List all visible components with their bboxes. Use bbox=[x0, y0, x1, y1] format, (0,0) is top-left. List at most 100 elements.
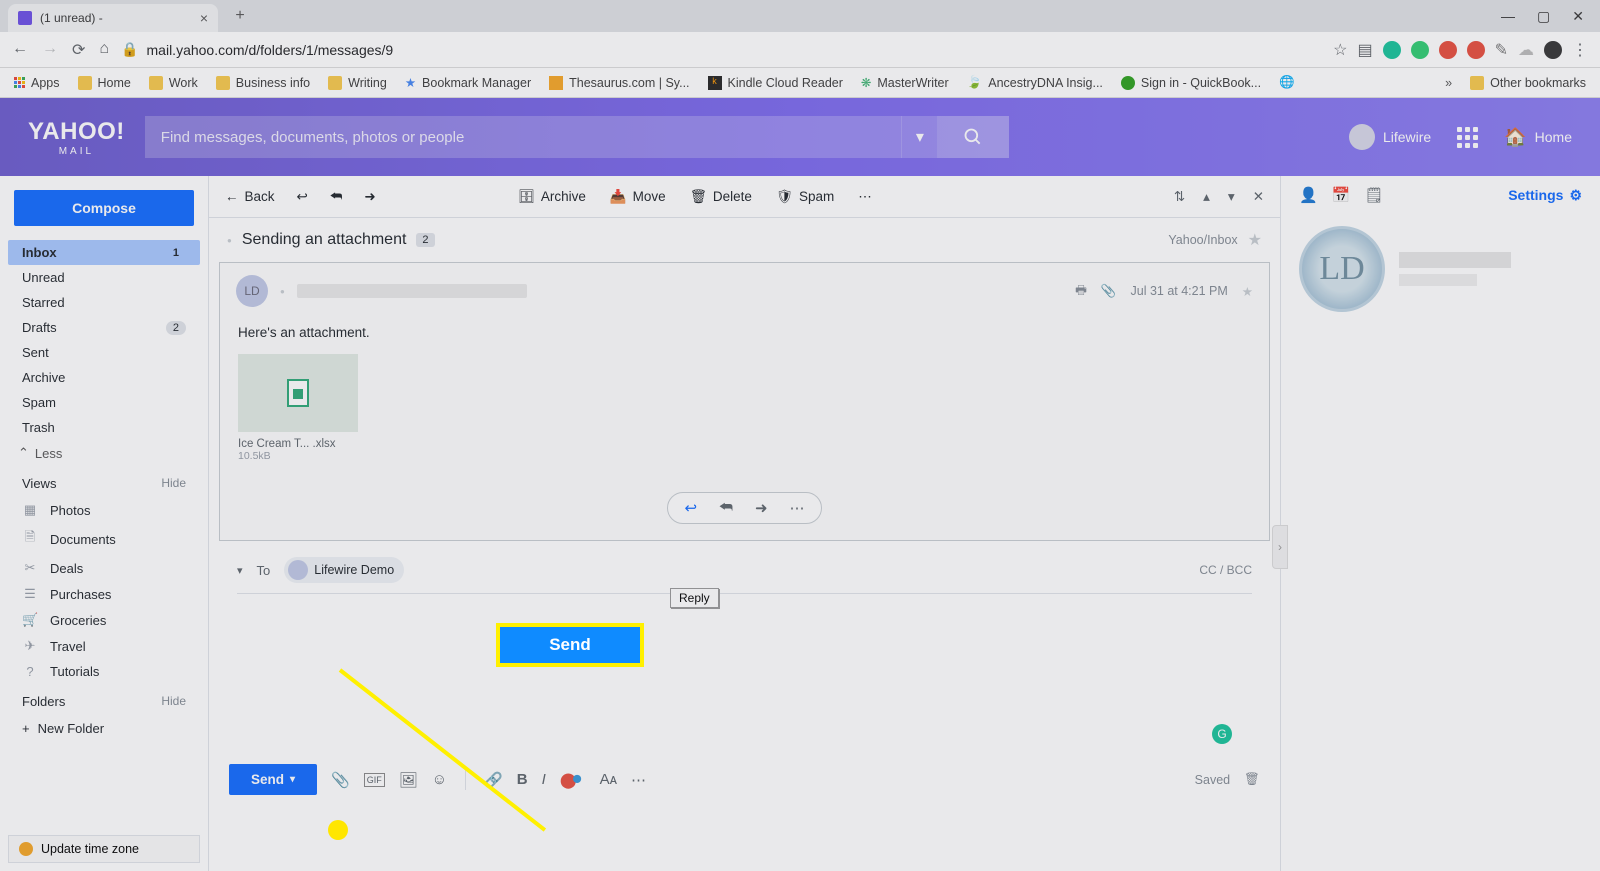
folder-unread[interactable]: Unread bbox=[8, 265, 200, 290]
contact-card[interactable]: LD bbox=[1299, 226, 1582, 312]
home-link[interactable]: 🏠 Home bbox=[1504, 127, 1572, 148]
search-input[interactable] bbox=[145, 116, 902, 158]
move-button[interactable]: 📥Move bbox=[610, 189, 666, 205]
bold-icon[interactable]: B bbox=[517, 771, 528, 788]
bookmark-work[interactable]: Work bbox=[149, 76, 198, 90]
home-nav-icon[interactable]: ⌂ bbox=[99, 40, 109, 60]
apps-shortcut[interactable]: Apps bbox=[14, 76, 60, 90]
bookmark-writing[interactable]: Writing bbox=[328, 76, 387, 90]
expand-rail-icon[interactable]: › bbox=[1272, 525, 1288, 569]
view-travel[interactable]: ✈Travel bbox=[8, 633, 200, 659]
profile-avatar-icon[interactable] bbox=[1544, 41, 1562, 59]
account-menu[interactable]: Lifewire bbox=[1349, 124, 1431, 150]
pill-reply-icon[interactable]: ↩ bbox=[684, 499, 697, 517]
ext-icon-5[interactable]: ✎ bbox=[1495, 40, 1508, 60]
compose-button[interactable]: Compose bbox=[14, 190, 194, 226]
collapse-compose-icon[interactable]: ▾ bbox=[237, 564, 243, 577]
pill-more-icon[interactable]: ⋯ bbox=[790, 499, 805, 517]
bookmark-business[interactable]: Business info bbox=[216, 76, 310, 90]
star-message-icon[interactable]: ★ bbox=[1242, 284, 1253, 299]
view-documents[interactable]: 🗎Documents bbox=[8, 523, 200, 555]
bookmark-globe[interactable]: 🌐 bbox=[1279, 75, 1295, 90]
new-tab-button[interactable]: + bbox=[228, 4, 252, 28]
bookmark-manager[interactable]: ★Bookmark Manager bbox=[405, 75, 531, 90]
less-toggle[interactable]: ⌃Less bbox=[8, 440, 200, 466]
apps-grid-icon[interactable] bbox=[1457, 127, 1478, 148]
pill-reply-all-icon[interactable]: ⮪ bbox=[719, 499, 733, 517]
sort-icon[interactable]: ⇅ bbox=[1174, 189, 1185, 205]
send-button[interactable]: Send ▾ bbox=[229, 764, 317, 795]
send-chevron-icon[interactable]: ▾ bbox=[290, 774, 295, 785]
font-size-icon[interactable]: Aᴀ bbox=[600, 771, 617, 788]
bookmark-masterwriter[interactable]: ❋MasterWriter bbox=[861, 75, 949, 90]
ext-icon-1[interactable] bbox=[1383, 41, 1401, 59]
pill-forward-icon[interactable]: ➜ bbox=[755, 499, 768, 517]
bookmark-home[interactable]: Home bbox=[78, 76, 131, 90]
collapse-icon[interactable]: ▴ bbox=[1203, 189, 1210, 205]
reader-icon[interactable]: ▤ bbox=[1357, 40, 1372, 60]
view-photos[interactable]: ▦Photos bbox=[8, 497, 200, 523]
close-tab-icon[interactable]: × bbox=[200, 10, 208, 26]
nav-forward-icon[interactable]: → bbox=[42, 40, 58, 60]
view-purchases[interactable]: ☰Purchases bbox=[8, 581, 200, 607]
color-icon[interactable]: ⬤⬤ bbox=[560, 771, 586, 789]
folder-inbox[interactable]: Inbox1 bbox=[8, 240, 200, 265]
italic-icon[interactable]: I bbox=[542, 771, 546, 788]
compose-body[interactable] bbox=[237, 594, 1252, 724]
notes-icon[interactable]: 🗒 bbox=[1364, 186, 1383, 204]
minimize-icon[interactable]: — bbox=[1501, 8, 1515, 25]
reply-icon[interactable]: ↩ bbox=[297, 189, 308, 205]
grammarly-icon[interactable]: G bbox=[1212, 724, 1232, 744]
view-groceries[interactable]: 🛒Groceries bbox=[8, 607, 200, 633]
bookmark-kindle[interactable]: kKindle Cloud Reader bbox=[708, 76, 843, 90]
cc-bcc-toggle[interactable]: CC / BCC bbox=[1199, 563, 1252, 577]
hide-views[interactable]: Hide bbox=[161, 476, 186, 491]
expand-icon[interactable]: ▾ bbox=[1228, 189, 1235, 205]
ext-icon-2[interactable] bbox=[1411, 41, 1429, 59]
other-bookmarks[interactable]: Other bookmarks bbox=[1470, 76, 1586, 90]
folder-archive[interactable]: Archive bbox=[8, 365, 200, 390]
star-thread-icon[interactable]: ★ bbox=[1248, 230, 1262, 250]
gif-icon[interactable]: GIF bbox=[364, 773, 385, 787]
emoji-icon[interactable]: ☺ bbox=[432, 771, 447, 788]
folder-sent[interactable]: Sent bbox=[8, 340, 200, 365]
ext-icon-3[interactable] bbox=[1439, 41, 1457, 59]
folder-drafts[interactable]: Drafts2 bbox=[8, 315, 200, 340]
back-button[interactable]: ←Back bbox=[225, 189, 275, 204]
hide-folders[interactable]: Hide bbox=[161, 694, 186, 709]
bookmark-quickbooks[interactable]: Sign in - QuickBook... bbox=[1121, 76, 1261, 90]
calendar-icon[interactable]: 📅 bbox=[1332, 186, 1351, 204]
contacts-icon[interactable]: 👤 bbox=[1299, 186, 1318, 204]
archive-button[interactable]: 🗄Archive bbox=[518, 189, 586, 205]
url-field[interactable]: 🔒 mail.yahoo.com/d/folders/1/messages/9 bbox=[121, 41, 1321, 58]
search-button[interactable] bbox=[937, 116, 1009, 158]
folder-spam[interactable]: Spam bbox=[8, 390, 200, 415]
ext-icon-6[interactable]: ☁ bbox=[1518, 40, 1534, 60]
settings-link[interactable]: Settings ⚙ bbox=[1508, 187, 1582, 204]
reload-icon[interactable]: ⟳ bbox=[72, 40, 85, 60]
reply-all-icon[interactable]: ⮪ bbox=[330, 189, 343, 205]
folder-starred[interactable]: Starred bbox=[8, 290, 200, 315]
delete-button[interactable]: 🗑Delete bbox=[690, 189, 752, 205]
ext-icon-4[interactable] bbox=[1467, 41, 1485, 59]
attach-file-icon[interactable]: 📎 bbox=[331, 771, 350, 789]
bookmark-ancestry[interactable]: 🍃AncestryDNA Insig... bbox=[967, 75, 1103, 90]
nav-back-icon[interactable]: ← bbox=[12, 40, 28, 60]
more-format-icon[interactable]: ⋯ bbox=[631, 771, 646, 789]
bookmark-thesaurus[interactable]: Thesaurus.com | Sy... bbox=[549, 76, 689, 90]
spam-button[interactable]: 🛡Spam bbox=[776, 189, 834, 205]
more-icon[interactable]: ⋯ bbox=[858, 189, 872, 205]
close-window-icon[interactable]: ✕ bbox=[1572, 8, 1584, 25]
search-dropdown-icon[interactable]: ▾ bbox=[901, 116, 937, 158]
discard-icon[interactable]: 🗑 bbox=[1244, 772, 1260, 787]
close-message-icon[interactable]: ✕ bbox=[1253, 189, 1264, 205]
stationery-icon[interactable]: 🖼 bbox=[399, 771, 418, 789]
chrome-menu-icon[interactable]: ⋮ bbox=[1572, 40, 1588, 60]
attachment-card[interactable]: Ice Cream T... .xlsx 10.5kB bbox=[238, 354, 358, 462]
print-icon[interactable]: 🖶 bbox=[1075, 281, 1087, 302]
folder-trash[interactable]: Trash bbox=[8, 415, 200, 440]
yahoo-logo[interactable]: YAHOO! MAIL bbox=[28, 118, 125, 157]
forward-icon[interactable]: ➜ bbox=[364, 189, 375, 205]
star-icon[interactable]: ☆ bbox=[1333, 40, 1347, 60]
timezone-banner[interactable]: Update time zone bbox=[8, 835, 200, 863]
